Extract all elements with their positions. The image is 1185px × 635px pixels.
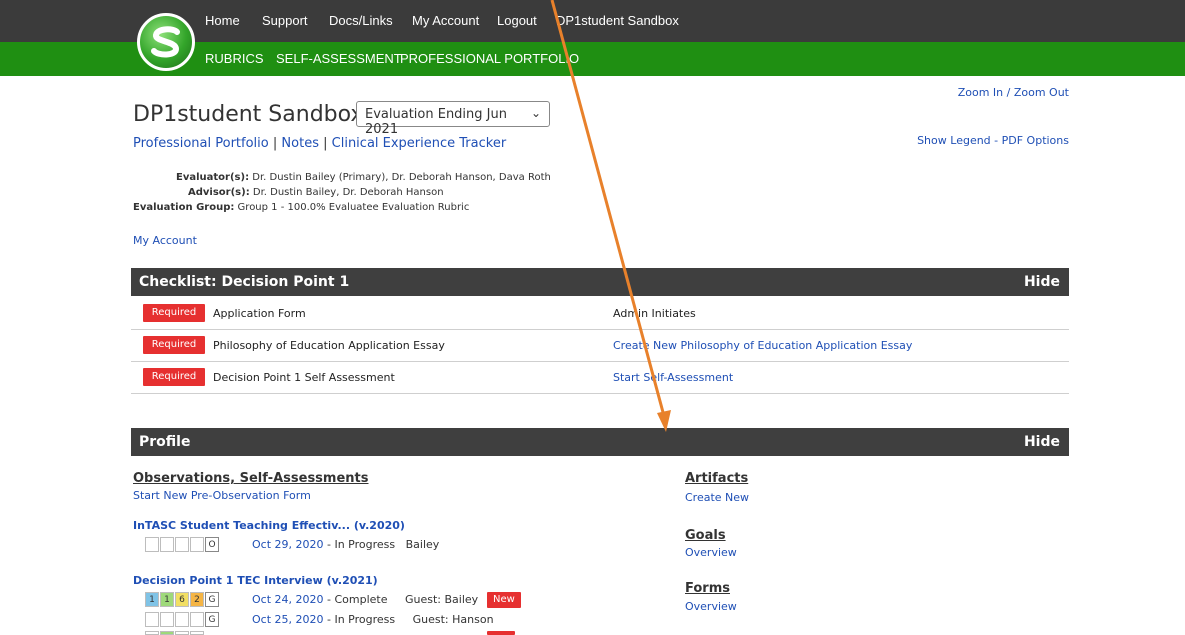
artifacts-heading: Artifacts xyxy=(685,471,749,486)
evaluation-select[interactable]: Evaluation Ending Jun 2021 ⌄ xyxy=(356,101,550,137)
legend-pdf-link[interactable]: Show Legend - PDF Options xyxy=(917,134,1069,147)
score-box xyxy=(175,631,189,635)
observation-date-link[interactable]: Oct 29, 2020 xyxy=(252,538,324,551)
checklist-item-action: Admin Initiates xyxy=(613,307,696,320)
start-self-assessment-link[interactable]: Start Self-Assessment xyxy=(613,371,733,384)
goals-overview-link[interactable]: Overview xyxy=(685,546,737,559)
evaluators-value: Dr. Dustin Bailey (Primary), Dr. Deborah… xyxy=(252,172,551,183)
score-box-letter: G xyxy=(205,592,219,607)
score-boxes: O xyxy=(145,537,220,552)
subnav-separator: | xyxy=(323,136,328,151)
nav-home[interactable]: Home xyxy=(205,13,240,28)
observation-status: - In Progress xyxy=(327,613,396,626)
profile-header: Profile Hide xyxy=(131,428,1069,456)
score-box xyxy=(190,537,204,552)
score-box: 1 xyxy=(160,592,174,607)
advisors-value: Dr. Dustin Bailey, Dr. Deborah Hanson xyxy=(252,187,444,198)
observation-entry: Oct 29, 2020 - In Progress Bailey xyxy=(252,538,439,551)
new-badge-partial xyxy=(487,631,515,635)
score-box xyxy=(175,537,189,552)
evaluators-row: Evaluator(s): Dr. Dustin Bailey (Primary… xyxy=(176,172,551,183)
advisors-label: Advisor(s): xyxy=(188,187,250,198)
score-box-letter: G xyxy=(205,612,219,627)
score-box xyxy=(160,537,174,552)
forms-heading: Forms xyxy=(685,581,730,596)
my-account-link[interactable]: My Account xyxy=(133,234,197,247)
nav-support[interactable]: Support xyxy=(262,13,308,28)
checklist-hide-button[interactable]: Hide xyxy=(1024,274,1060,290)
checklist-item-label: Decision Point 1 Self Assessment xyxy=(213,371,395,384)
observation-date-link[interactable]: Oct 25, 2020 xyxy=(252,613,324,626)
observation-entry: Oct 24, 2020 - Complete Guest: Bailey xyxy=(252,593,478,606)
nav-self-assessment[interactable]: SELF-ASSESSMENT xyxy=(276,51,402,66)
score-box: 2 xyxy=(190,592,204,607)
s-logo-icon[interactable] xyxy=(137,13,195,71)
checklist-row: Required Application Form Admin Initiate… xyxy=(131,298,1069,330)
evaluation-select-value: Evaluation Ending Jun 2021 xyxy=(365,107,507,137)
observation-evaluator: Guest: Bailey xyxy=(404,593,479,606)
observation-evaluator: Bailey xyxy=(405,538,440,551)
score-boxes: G xyxy=(145,612,220,627)
required-badge: Required xyxy=(143,304,205,322)
create-essay-link[interactable]: Create New Philosophy of Education Appli… xyxy=(613,339,912,352)
observation-status: - In Progress xyxy=(327,538,396,551)
checklist-row: Required Decision Point 1 Self Assessmen… xyxy=(131,362,1069,394)
goals-heading: Goals xyxy=(685,528,726,543)
profile-hide-button[interactable]: Hide xyxy=(1024,434,1060,450)
clinical-experience-tracker-link[interactable]: Clinical Experience Tracker xyxy=(332,136,507,151)
score-box xyxy=(145,537,159,552)
nav-logout[interactable]: Logout xyxy=(497,13,537,28)
nav-docs-links[interactable]: Docs/Links xyxy=(329,13,393,28)
observation-status: - Complete xyxy=(327,593,388,606)
chevron-down-icon: ⌄ xyxy=(530,106,541,120)
zoom-link[interactable]: Zoom In / Zoom Out xyxy=(958,86,1069,99)
observation-evaluator: Guest: Hanson xyxy=(412,613,494,626)
checklist-item-label: Application Form xyxy=(213,307,306,320)
profile-title: Profile xyxy=(139,434,191,450)
sub-navigation: Professional Portfolio | Notes | Clinica… xyxy=(133,136,506,151)
forms-overview-link[interactable]: Overview xyxy=(685,600,737,613)
subnav-separator: | xyxy=(272,136,278,151)
checklist-title: Checklist: Decision Point 1 xyxy=(139,274,350,290)
score-box-letter: O xyxy=(205,537,219,552)
nav-user-name[interactable]: DP1student Sandbox xyxy=(556,13,679,28)
checklist-row: Required Philosophy of Education Applica… xyxy=(131,330,1069,362)
evaluation-group-label: Evaluation Group: xyxy=(133,202,235,213)
nav-rubrics[interactable]: RUBRICS xyxy=(205,51,264,66)
score-boxes-partial xyxy=(145,631,205,635)
create-artifact-link[interactable]: Create New xyxy=(685,491,749,504)
score-box xyxy=(160,612,174,627)
observation-title-link[interactable]: Decision Point 1 TEC Interview (v.2021) xyxy=(133,574,378,587)
nav-my-account[interactable]: My Account xyxy=(412,13,479,28)
score-box xyxy=(175,612,189,627)
professional-portfolio-link[interactable]: Professional Portfolio xyxy=(133,136,269,151)
evaluators-label: Evaluator(s): xyxy=(176,172,250,183)
advisors-row: Advisor(s): Dr. Dustin Bailey, Dr. Debor… xyxy=(188,187,444,198)
observation-entry: Oct 25, 2020 - In Progress Guest: Hanson xyxy=(252,613,494,626)
evaluation-group-row: Evaluation Group: Group 1 - 100.0% Evalu… xyxy=(133,202,469,213)
required-badge: Required xyxy=(143,368,205,386)
score-box xyxy=(145,631,159,635)
evaluation-group-value: Group 1 - 100.0% Evaluatee Evaluation Ru… xyxy=(237,202,470,213)
observations-heading: Observations, Self-Assessments xyxy=(133,471,369,486)
checklist-item-label: Philosophy of Education Application Essa… xyxy=(213,339,445,352)
score-box xyxy=(145,612,159,627)
notes-link[interactable]: Notes xyxy=(281,136,319,151)
score-boxes: 1 1 6 2 G xyxy=(145,592,220,607)
new-badge: New xyxy=(487,592,521,608)
score-box: 1 xyxy=(145,592,159,607)
page-title: DP1student Sandbox xyxy=(133,102,364,127)
score-box xyxy=(190,631,204,635)
observation-title-link[interactable]: InTASC Student Teaching Effectiv... (v.2… xyxy=(133,519,405,532)
score-box xyxy=(160,631,174,635)
required-badge: Required xyxy=(143,336,205,354)
nav-professional-portfolio[interactable]: PROFESSIONAL PORTFOLIO xyxy=(400,51,579,66)
score-box xyxy=(190,612,204,627)
start-pre-observation-link[interactable]: Start New Pre-Observation Form xyxy=(133,489,311,502)
score-box: 6 xyxy=(175,592,189,607)
observation-date-link[interactable]: Oct 24, 2020 xyxy=(252,593,324,606)
checklist-header: Checklist: Decision Point 1 Hide xyxy=(131,268,1069,296)
